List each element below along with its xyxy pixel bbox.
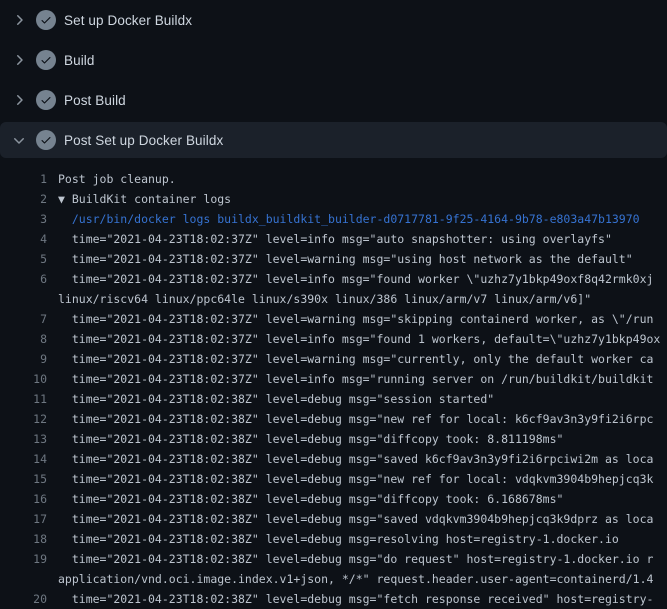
log-line-number[interactable]: 18 (0, 529, 47, 549)
log-line-text: time="2021-04-23T18:02:37Z" level=warnin… (58, 349, 667, 369)
log-line-number[interactable]: 4 (0, 229, 47, 249)
log-line-number[interactable]: 3 (0, 209, 47, 229)
log-line: 11 time="2021-04-23T18:02:38Z" level=deb… (0, 389, 667, 409)
log-viewer: 1 Post job cleanup. 2 ▼ BuildKit contain… (0, 169, 667, 609)
log-line: 18 time="2021-04-23T18:02:38Z" level=deb… (0, 529, 667, 549)
step-title: Post Set up Docker Buildx (64, 133, 223, 148)
log-line-text[interactable]: ▼ BuildKit container logs (58, 189, 667, 209)
log-line-text: linux/riscv64 linux/ppc64le linux/s390x … (58, 289, 667, 309)
log-line: 13 time="2021-04-23T18:02:38Z" level=deb… (0, 429, 667, 449)
check-circle-icon (36, 130, 56, 150)
log-line: 15 time="2021-04-23T18:02:38Z" level=deb… (0, 469, 667, 489)
log-line-number[interactable]: 13 (0, 429, 47, 449)
log-line: linux/riscv64 linux/ppc64le linux/s390x … (0, 289, 667, 309)
log-line-text: time="2021-04-23T18:02:38Z" level=debug … (58, 509, 667, 529)
log-line-number[interactable]: 7 (0, 309, 47, 329)
log-line-text: time="2021-04-23T18:02:38Z" level=debug … (58, 469, 667, 489)
log-line-number[interactable]: 15 (0, 469, 47, 489)
log-line-number[interactable]: 6 (0, 269, 47, 289)
log-line-number[interactable]: 2 (0, 189, 47, 209)
log-line-text: time="2021-04-23T18:02:37Z" level=info m… (58, 229, 667, 249)
log-line-number[interactable]: 17 (0, 509, 47, 529)
log-line-text: Post job cleanup. (58, 169, 667, 189)
log-line-text: application/vnd.oci.image.index.v1+json,… (58, 569, 667, 589)
chevron-right-icon (11, 52, 27, 68)
chevron-right-icon (11, 12, 27, 28)
log-line-text: /usr/bin/docker logs buildx_buildkit_bui… (58, 209, 667, 229)
log-line-text: time="2021-04-23T18:02:38Z" level=debug … (58, 409, 667, 429)
log-line: 6 time="2021-04-23T18:02:37Z" level=info… (0, 269, 667, 289)
log-line: 2 ▼ BuildKit container logs (0, 189, 667, 209)
check-circle-icon (36, 90, 56, 110)
log-line: 8 time="2021-04-23T18:02:37Z" level=info… (0, 329, 667, 349)
log-line-number[interactable]: 1 (0, 169, 47, 189)
step-header-3[interactable]: Post Set up Docker Buildx (0, 122, 667, 158)
log-line-number (0, 289, 47, 309)
steps-list: Set up Docker Buildx Build Post Build (0, 0, 667, 158)
log-line-number[interactable]: 16 (0, 489, 47, 509)
log-line: 19 time="2021-04-23T18:02:38Z" level=deb… (0, 549, 667, 569)
log-line: 17 time="2021-04-23T18:02:38Z" level=deb… (0, 509, 667, 529)
log-line: application/vnd.oci.image.index.v1+json,… (0, 569, 667, 589)
log-line-number[interactable]: 10 (0, 369, 47, 389)
log-line-text: time="2021-04-23T18:02:38Z" level=debug … (58, 389, 667, 409)
step-header-0[interactable]: Set up Docker Buildx (0, 0, 667, 40)
chevron-right-icon (11, 92, 27, 108)
log-line: 10 time="2021-04-23T18:02:37Z" level=inf… (0, 369, 667, 389)
log-line-text: time="2021-04-23T18:02:38Z" level=debug … (58, 589, 667, 609)
step-header-1[interactable]: Build (0, 40, 667, 80)
log-line-text: time="2021-04-23T18:02:38Z" level=debug … (58, 489, 667, 509)
step-title: Build (64, 53, 95, 68)
log-line-number[interactable]: 14 (0, 449, 47, 469)
log-line-number[interactable]: 8 (0, 329, 47, 349)
log-line-number[interactable]: 20 (0, 589, 47, 609)
log-line-number[interactable]: 5 (0, 249, 47, 269)
log-line-text: time="2021-04-23T18:02:37Z" level=warnin… (58, 249, 667, 269)
log-line-number (0, 569, 47, 589)
log-line-text: time="2021-04-23T18:02:38Z" level=debug … (58, 449, 667, 469)
log-line: 5 time="2021-04-23T18:02:37Z" level=warn… (0, 249, 667, 269)
chevron-down-icon (11, 132, 27, 148)
step-title: Post Build (64, 93, 126, 108)
check-circle-icon (36, 50, 56, 70)
log-line-text: time="2021-04-23T18:02:38Z" level=debug … (58, 549, 667, 569)
log-line: 20 time="2021-04-23T18:02:38Z" level=deb… (0, 589, 667, 609)
check-circle-icon (36, 10, 56, 30)
step-title: Set up Docker Buildx (64, 13, 192, 28)
log-line: 9 time="2021-04-23T18:02:37Z" level=warn… (0, 349, 667, 369)
log-line: 7 time="2021-04-23T18:02:37Z" level=warn… (0, 309, 667, 329)
log-line-text: time="2021-04-23T18:02:37Z" level=info m… (58, 329, 667, 349)
log-line-text: time="2021-04-23T18:02:37Z" level=info m… (58, 269, 667, 289)
log-line-number[interactable]: 9 (0, 349, 47, 369)
log-line: 14 time="2021-04-23T18:02:38Z" level=deb… (0, 449, 667, 469)
log-line: 4 time="2021-04-23T18:02:37Z" level=info… (0, 229, 667, 249)
log-line-text: time="2021-04-23T18:02:37Z" level=warnin… (58, 309, 667, 329)
log-line: 1 Post job cleanup. (0, 169, 667, 189)
log-line-number[interactable]: 19 (0, 549, 47, 569)
step-header-2[interactable]: Post Build (0, 80, 667, 120)
log-line: 3 /usr/bin/docker logs buildx_buildkit_b… (0, 209, 667, 229)
log-line-text: time="2021-04-23T18:02:38Z" level=debug … (58, 429, 667, 449)
log-line-text: time="2021-04-23T18:02:37Z" level=info m… (58, 369, 667, 389)
log-line: 12 time="2021-04-23T18:02:38Z" level=deb… (0, 409, 667, 429)
log-line-number[interactable]: 12 (0, 409, 47, 429)
log-line: 16 time="2021-04-23T18:02:38Z" level=deb… (0, 489, 667, 509)
log-line-text: time="2021-04-23T18:02:38Z" level=debug … (58, 529, 667, 549)
log-line-number[interactable]: 11 (0, 389, 47, 409)
